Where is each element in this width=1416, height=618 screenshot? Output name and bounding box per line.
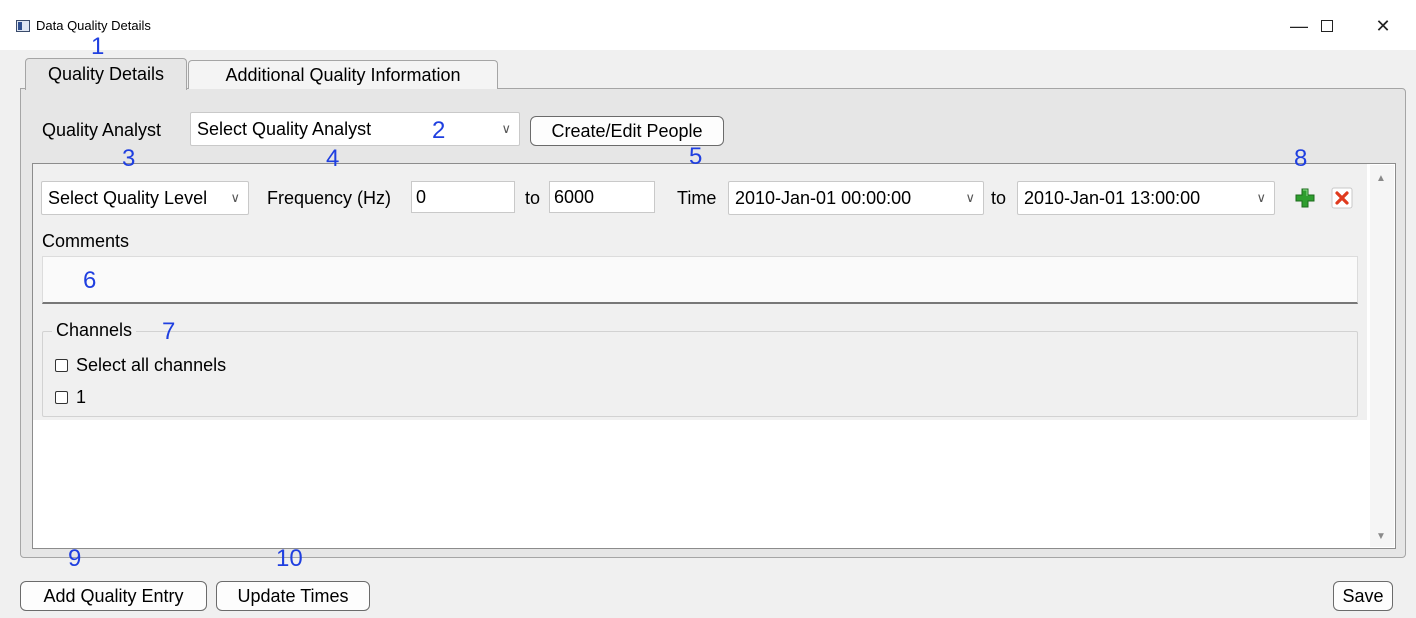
tab-quality-details[interactable]: Quality Details <box>25 58 187 90</box>
chevron-down-icon: ∨ <box>965 190 975 205</box>
select-all-channels-label: Select all channels <box>76 355 227 375</box>
update-times-button[interactable]: Update Times <box>216 581 370 611</box>
frequency-from-input[interactable]: 0 <box>411 181 515 213</box>
time-label: Time <box>677 188 717 208</box>
scroll-up-icon[interactable]: ▲ <box>1376 173 1386 184</box>
quality-analyst-value: Select Quality Analyst <box>197 118 372 139</box>
add-quality-entry-button[interactable]: Add Quality Entry <box>20 581 207 611</box>
annotation-marker: 1 <box>91 33 105 60</box>
add-entry-icon[interactable] <box>1294 187 1316 209</box>
window-title: Data Quality Details <box>36 18 151 33</box>
quality-analyst-label: Quality Analyst <box>42 120 162 140</box>
chevron-down-icon: ∨ <box>230 190 240 205</box>
annotation-marker: 4 <box>326 145 340 172</box>
maximize-icon <box>1321 20 1333 32</box>
title-bar <box>0 0 1416 50</box>
close-icon: ✕ <box>1375 15 1391 36</box>
comments-input[interactable] <box>42 256 1358 304</box>
quality-level-value: Select Quality Level <box>48 187 208 208</box>
time-from-value: 2010-Jan-01 00:00:00 <box>735 187 912 208</box>
annotation-marker: 3 <box>122 145 136 172</box>
chevron-down-icon: ∨ <box>1256 190 1266 205</box>
quality-analyst-select[interactable]: Select Quality Analyst ∨ <box>190 112 520 146</box>
time-to-value: 2010-Jan-01 13:00:00 <box>1024 187 1201 208</box>
time-to-label: to <box>991 188 1007 208</box>
frequency-label: Frequency (Hz) <box>267 188 392 208</box>
window-app-icon <box>16 20 30 32</box>
maximize-button[interactable] <box>1304 10 1350 42</box>
quality-level-select[interactable]: Select Quality Level ∨ <box>41 181 249 215</box>
close-button[interactable]: ✕ <box>1360 10 1406 42</box>
frequency-to-input[interactable]: 6000 <box>549 181 655 213</box>
frequency-to-label: to <box>525 188 541 208</box>
tab-additional-quality-information[interactable]: Additional Quality Information <box>188 60 498 89</box>
annotation-marker: 9 <box>68 545 82 572</box>
comments-label: Comments <box>42 231 130 251</box>
annotation-marker: 5 <box>689 143 703 170</box>
time-from-select[interactable]: 2010-Jan-01 00:00:00 ∨ <box>728 181 984 215</box>
delete-entry-icon[interactable] <box>1331 187 1353 209</box>
select-all-channels-checkbox[interactable] <box>55 359 68 372</box>
annotation-marker: 2 <box>432 117 446 144</box>
chevron-down-icon: ∨ <box>501 121 511 136</box>
annotation-marker: 7 <box>162 318 176 345</box>
channel-checkbox[interactable] <box>55 391 68 404</box>
time-to-select[interactable]: 2010-Jan-01 13:00:00 ∨ <box>1017 181 1275 215</box>
vertical-scrollbar[interactable] <box>1370 165 1394 547</box>
channels-group <box>42 331 1358 417</box>
annotation-marker: 8 <box>1294 145 1308 172</box>
annotation-marker: 10 <box>276 545 303 572</box>
annotation-marker: 6 <box>83 267 97 294</box>
scroll-down-icon[interactable]: ▼ <box>1376 531 1386 542</box>
create-edit-people-button[interactable]: Create/Edit People <box>530 116 724 146</box>
save-button[interactable]: Save <box>1333 581 1393 611</box>
channel-label: 1 <box>76 387 87 407</box>
channels-label: Channels <box>52 320 137 341</box>
